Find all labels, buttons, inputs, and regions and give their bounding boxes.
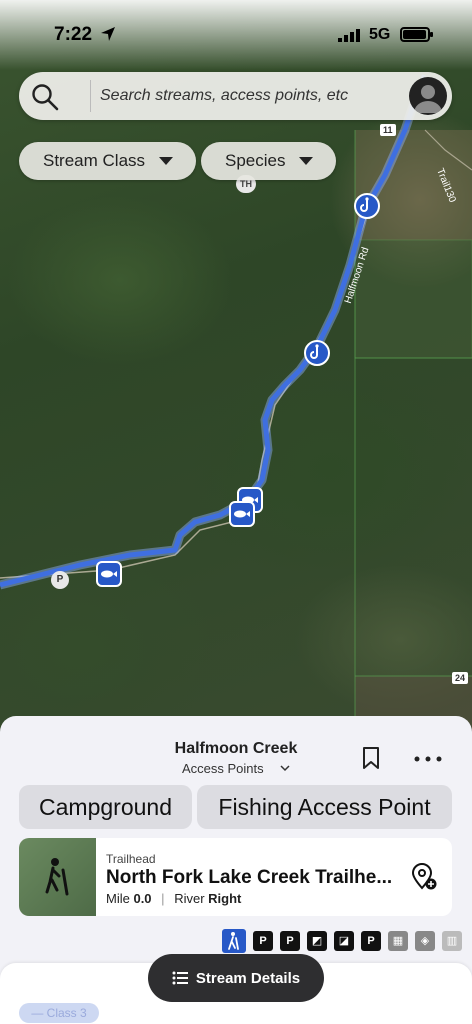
search-divider (90, 80, 91, 112)
avatar[interactable] (409, 77, 447, 115)
parking-icon: P (361, 931, 381, 951)
side-label: River (174, 891, 205, 906)
status-time: 7:22 (54, 24, 93, 45)
side-value: Right (208, 891, 242, 906)
parking-icon: P (280, 931, 300, 951)
bookmark-icon[interactable] (361, 746, 381, 770)
search-input[interactable]: Search streams, access points, etc (100, 87, 348, 105)
trail-icon: ◈ (415, 931, 435, 951)
fish-hook-icon (101, 570, 117, 578)
network-type: 5G (369, 26, 391, 43)
route-shield-11: 11 (380, 124, 396, 136)
access-point-card[interactable]: Trailhead North Fork Lake Creek Trailhe.… (19, 838, 452, 916)
more-icon[interactable] (414, 756, 442, 762)
signal-icon (338, 29, 360, 42)
chevron-down-icon (280, 765, 290, 772)
tag-fishing-access-point[interactable]: Fishing Access Point (197, 785, 452, 829)
list-icon (172, 971, 188, 985)
meta-divider: | (161, 891, 165, 906)
restroom-icon: ◩ (307, 931, 327, 951)
chevron-down-icon (299, 157, 314, 165)
picnic-icon: ◪ (334, 931, 354, 951)
route-shield-24: 24 (452, 672, 469, 684)
info-icon: ▥ (442, 931, 462, 951)
access-point-meta: Mile 0.0 | River Right (106, 891, 241, 906)
amenity-row: P P ◩ ◪ P ▦ ◈ ▥ (222, 929, 462, 953)
species-filter[interactable]: Species (201, 142, 336, 180)
stream-details-label: Stream Details (195, 969, 301, 987)
stream-class-filter[interactable]: Stream Class (19, 142, 196, 180)
species-label: Species (225, 151, 286, 170)
add-location-icon[interactable] (411, 863, 437, 891)
trailhead-thumbnail (19, 838, 96, 916)
search-bar[interactable]: Search streams, access points, etc (19, 72, 452, 120)
tag-campground[interactable]: Campground (19, 785, 192, 829)
parking-icon: P (253, 931, 273, 951)
class-chip: — Class 3 (19, 1003, 99, 1023)
access-point-marker[interactable] (304, 340, 330, 366)
trash-icon: ▦ (388, 931, 408, 951)
user-icon (414, 85, 442, 113)
access-point-type: Trailhead (106, 852, 156, 866)
access-point-name: North Fork Lake Creek Trailhe... (106, 867, 393, 888)
fishing-access-marker[interactable] (229, 501, 255, 527)
hook-icon (310, 344, 319, 359)
stream-details-button[interactable]: Stream Details (148, 954, 324, 1002)
search-icon[interactable] (31, 83, 59, 111)
access-points-dropdown[interactable]: Access Points (182, 761, 264, 776)
fish-hook-icon (234, 510, 250, 518)
stream-class-label: Stream Class (43, 151, 146, 170)
mile-label: Mile (106, 891, 130, 906)
fishing-access-marker[interactable] (96, 561, 122, 587)
mile-value: 0.0 (133, 891, 152, 906)
hook-icon (360, 197, 369, 212)
battery-icon (400, 27, 433, 42)
status-bar: 7:22 5G (0, 0, 472, 70)
hiker-icon (222, 929, 246, 953)
hiker-icon (45, 858, 69, 896)
access-point-marker[interactable] (354, 193, 380, 219)
parking-marker[interactable]: P (51, 571, 69, 589)
chevron-down-icon (159, 157, 174, 165)
stream-title: Halfmoon Creek (174, 740, 298, 757)
location-arrow-icon (101, 27, 115, 41)
